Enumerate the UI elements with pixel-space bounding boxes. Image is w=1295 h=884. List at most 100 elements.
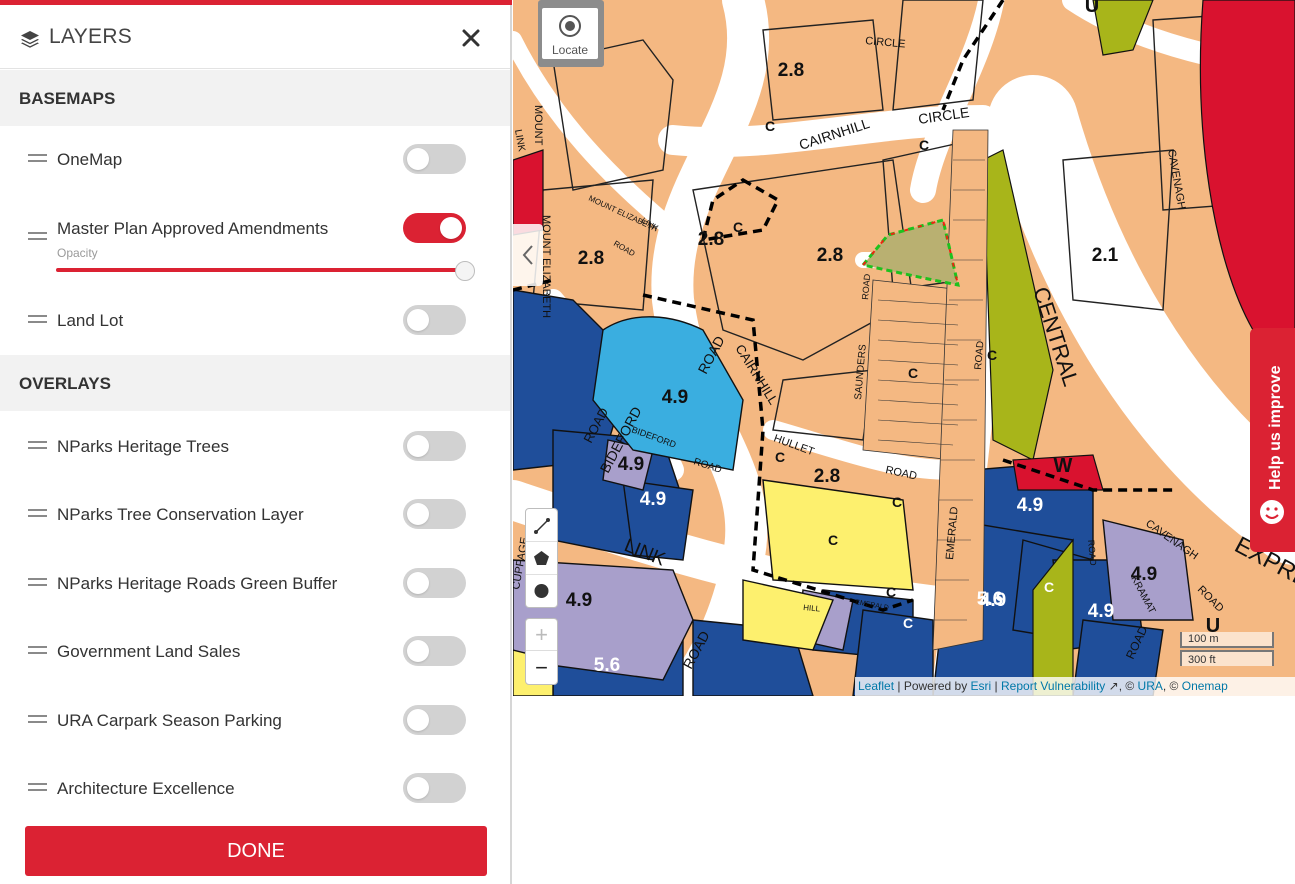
layer-label: Land Lot [57,311,124,330]
zone-letter-label: W [1054,455,1073,477]
zoom-out-button[interactable]: − [526,652,557,684]
layer-label: Master Plan Approved Amendments [57,219,329,238]
zone-letter-label: U [1085,0,1099,17]
layer-toggle-carpark-season[interactable] [403,705,466,735]
plot-ratio-label: 4.9 [640,489,666,510]
layer-label: NParks Heritage Roads Green Buffer [57,574,338,593]
map-view[interactable]: 2.8 2.8 2.8 2.8 2.8 2.1 4.9 4.9 4.9 4.9 4.9 4.9 4.9 5… [513,0,1295,696]
panel-title: LAYERS [49,25,133,48]
layer-label: OneMap [57,150,123,169]
layer-row-carpark-season: URA Carpark Season Parking [0,701,510,741]
opacity-slider-track[interactable] [56,268,466,272]
drag-handle-icon[interactable] [28,578,47,588]
layers-icon [20,30,40,48]
help-us-improve-tab[interactable]: Help us improve [1250,328,1295,552]
layer-row-architecture-excellence: Architecture Excellence [0,769,510,809]
plot-ratio-label: 5.6 [594,655,620,676]
close-icon[interactable] [457,24,485,52]
drag-handle-icon[interactable] [28,154,47,164]
layer-toggle-heritage-roads[interactable] [403,568,466,598]
done-button[interactable]: DONE [25,826,487,876]
layer-label: NParks Tree Conservation Layer [57,505,304,524]
onemap-link[interactable]: Onemap [1182,679,1228,693]
chevron-left-icon [522,245,533,265]
zone-letter-label: C [987,347,997,363]
draw-toolbar [525,508,558,608]
opacity-label: Opacity [57,246,98,260]
report-vulnerability-link[interactable]: Report Vulnerability [1001,679,1105,693]
zone-letter-label: C [765,118,775,134]
map-scale: 100 m 300 ft [1180,632,1280,672]
zone-letter-label: C [919,137,929,153]
layer-toggle-onemap[interactable] [403,144,466,174]
external-link-icon: ↗ [1108,679,1119,693]
help-label: Help us improve [1267,365,1284,490]
locate-icon [559,15,581,37]
opacity-slider-handle[interactable] [455,261,475,281]
drag-handle-icon[interactable] [28,441,47,451]
zone-letter-label: C [886,584,896,600]
feedback-tab-graphic: Help us improve [1260,365,1284,524]
zoom-control: + − [525,618,558,685]
plot-ratio-label: 4.9 [1017,495,1043,516]
plot-ratio-label: 2.8 [814,466,840,487]
zoom-in-button[interactable]: + [526,619,557,651]
road-name-label: MOUNT [532,105,544,146]
section-heading: BASEMAPS [19,89,116,108]
layer-row-heritage-trees: NParks Heritage Trees [0,427,510,467]
section-heading: OVERLAYS [19,374,111,393]
locate-button[interactable]: Locate [538,4,604,67]
layer-label: NParks Heritage Trees [57,437,229,456]
zone-letter-label: C [733,219,743,235]
drag-handle-icon[interactable] [28,783,47,793]
layer-row-heritage-roads: NParks Heritage Roads Green Buffer [0,564,510,604]
plot-ratio-label: 4.9 [566,590,592,611]
plot-ratio-label: 4.9 [618,454,644,475]
plot-ratio-label: 2.8 [698,229,724,250]
zone-letter-label: C [903,615,913,631]
draw-circle-icon[interactable] [526,575,557,608]
scale-metric: 100 m [1180,632,1274,648]
drag-handle-icon[interactable] [28,509,47,519]
layer-row-land-lot: Land Lot [0,301,510,341]
drag-handle-icon[interactable] [28,715,47,725]
plot-ratio-label: 4.9 [662,387,688,408]
layer-toggle-architecture-excellence[interactable] [403,773,466,803]
road-name-label: HILL [803,603,821,613]
scale-imperial: 300 ft [1180,650,1274,666]
layer-row-government-land-sales: Government Land Sales [0,632,510,672]
plot-ratio-label: 2.8 [578,248,604,269]
layer-list[interactable]: BASEMAPS OneMap Master Plan Approved Ame… [0,70,510,815]
layer-label: Architecture Excellence [57,779,235,798]
esri-link[interactable]: Esri [971,679,992,693]
collapse-panel-button[interactable] [513,224,543,286]
zone-letter-label: C [1044,579,1054,595]
draw-polygon-icon[interactable] [526,542,557,575]
zone-letter-label: C [775,449,785,465]
drag-handle-icon[interactable] [28,646,47,656]
layer-toggle-master-plan[interactable] [403,213,466,243]
powered-by-text: | Powered by [897,679,968,693]
drag-handle-icon[interactable] [28,315,47,325]
zone-letter-label: C [828,532,838,548]
layer-row-tree-conservation: NParks Tree Conservation Layer [0,495,510,535]
master-plan-map[interactable]: 2.82.82.82.82.82.14.94.94.9 4.94.94.94.95… [513,0,1295,696]
layer-toggle-land-lot[interactable] [403,305,466,335]
ura-link[interactable]: URA [1138,679,1163,693]
section-basemaps: BASEMAPS [0,70,510,126]
map-attribution: Leaflet | Powered by Esri | Report Vulne… [855,677,1295,696]
plot-ratio-label: 4.9 [1088,601,1114,622]
layer-toggle-heritage-trees[interactable] [403,431,466,461]
drag-handle-icon[interactable] [28,232,47,242]
leaflet-link[interactable]: Leaflet [858,679,894,693]
layer-row-master-plan: Master Plan Approved Amendments [0,209,510,249]
locate-label: Locate [551,43,589,57]
plot-ratio-label: 2.1 [1092,245,1119,266]
plot-ratio-label: 5.6 [977,589,1003,610]
layer-row-onemap: OneMap [0,140,510,180]
layer-label: Government Land Sales [57,642,241,661]
layer-toggle-tree-conservation[interactable] [403,499,466,529]
plot-ratio-label: 2.8 [778,60,804,81]
layer-toggle-government-land-sales[interactable] [403,636,466,666]
draw-line-icon[interactable] [526,509,557,542]
